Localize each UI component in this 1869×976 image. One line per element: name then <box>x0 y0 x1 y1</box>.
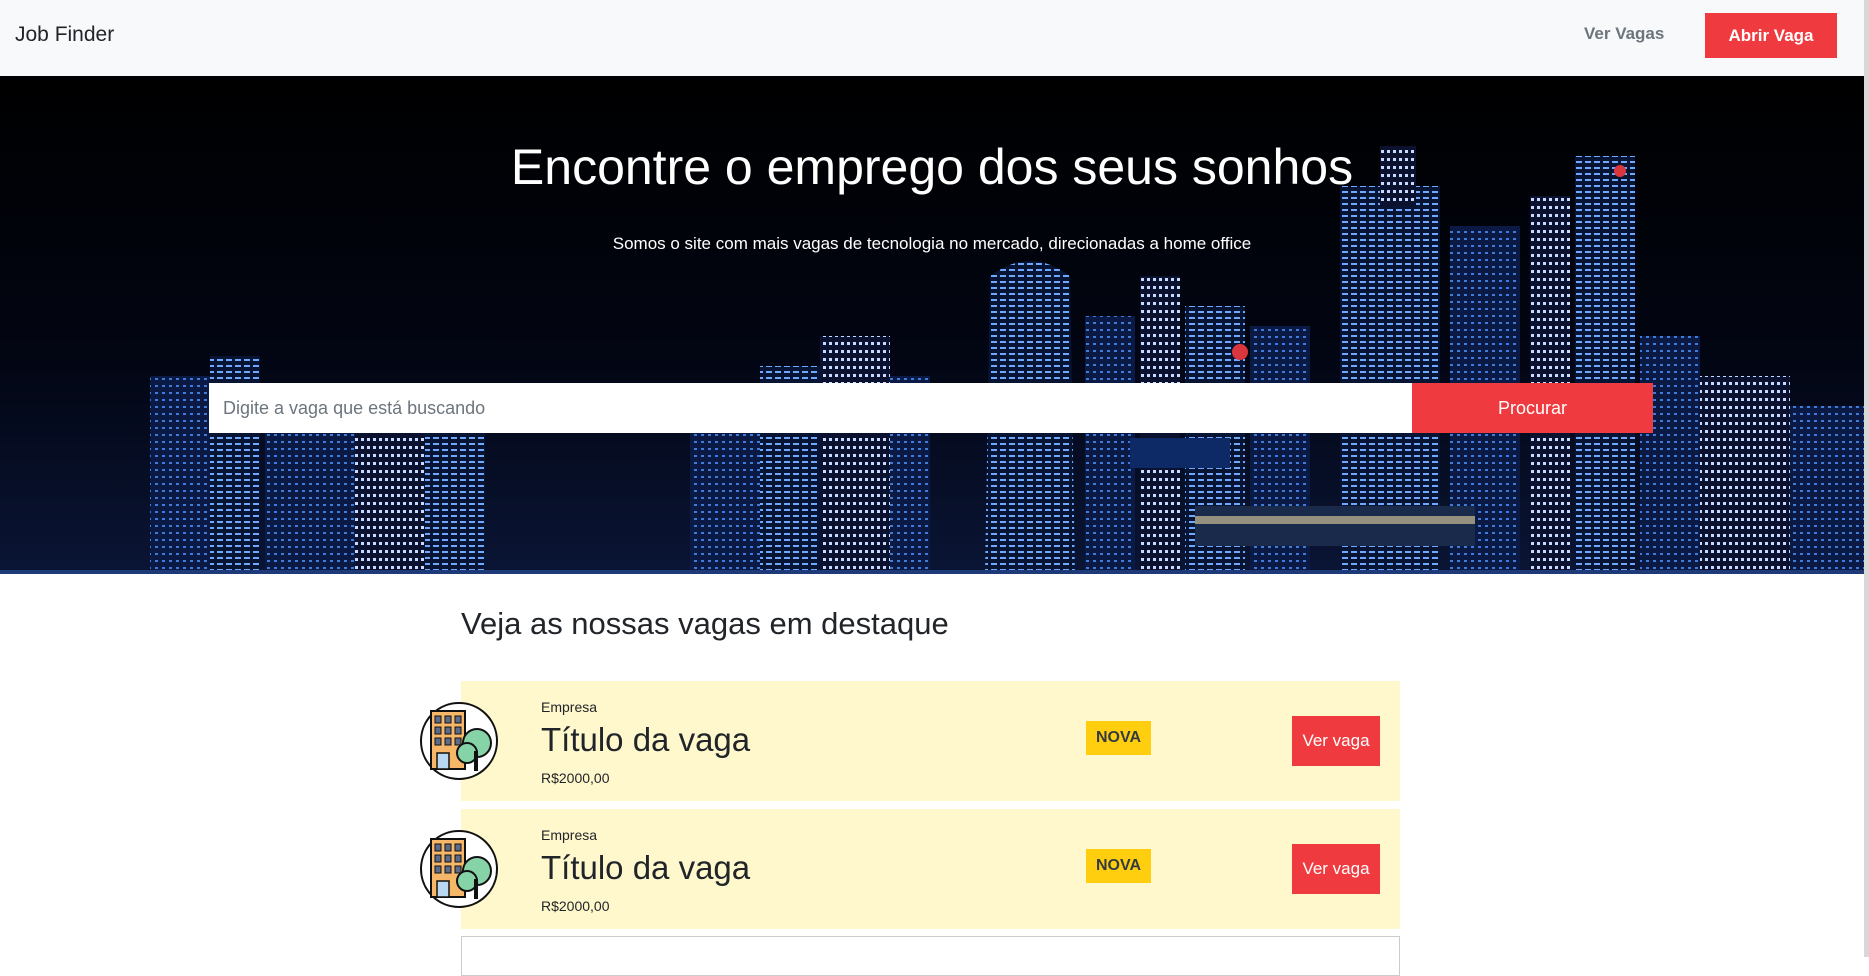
scrollbar[interactable] <box>1864 0 1869 957</box>
job-card: Empresa Título da vaga R$2000,00 NOVA Ve… <box>420 681 1400 801</box>
new-badge: NOVA <box>1086 849 1151 883</box>
company-name: Empresa <box>541 699 598 715</box>
building-tree-icon <box>420 830 498 908</box>
job-search-input[interactable] <box>209 383 1413 433</box>
hero-banner: Encontre o emprego dos seus sonhos Somos… <box>0 76 1864 574</box>
job-title: Título da vaga <box>541 849 751 886</box>
building-tree-icon <box>420 702 498 780</box>
hero-title: Encontre o emprego dos seus sonhos <box>510 139 1354 195</box>
new-badge: NOVA <box>1086 721 1151 755</box>
job-title: Título da vaga <box>541 721 751 758</box>
hero-subtitle: Somos o site com mais vagas de tecnologi… <box>612 234 1252 253</box>
view-job-button[interactable]: Ver vaga <box>1292 844 1380 894</box>
job-salary: R$2000,00 <box>541 898 610 914</box>
brand-logo[interactable]: Job Finder <box>15 23 114 47</box>
job-card-partial <box>461 936 1400 976</box>
navbar: Job Finder Ver Vagas Abrir Vaga <box>0 0 1864 76</box>
featured-section-title: Veja as nossas vagas em destaque <box>461 606 949 641</box>
search-button[interactable]: Procurar <box>1412 383 1653 433</box>
view-job-button[interactable]: Ver vaga <box>1292 716 1380 766</box>
job-card: Empresa Título da vaga R$2000,00 NOVA Ve… <box>420 809 1400 929</box>
open-job-button[interactable]: Abrir Vaga <box>1705 13 1837 58</box>
company-name: Empresa <box>541 827 598 843</box>
nav-link-ver-vagas[interactable]: Ver Vagas <box>1584 24 1664 44</box>
job-salary: R$2000,00 <box>541 770 610 786</box>
